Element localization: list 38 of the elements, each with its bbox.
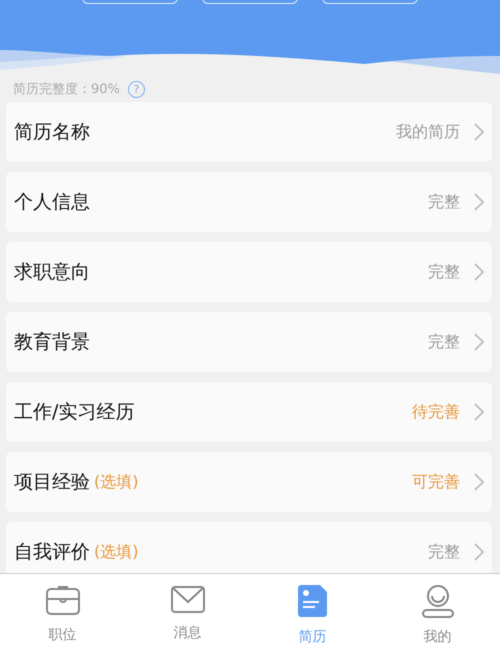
chevron-icon bbox=[474, 403, 484, 421]
chevron-icon bbox=[474, 123, 484, 141]
mail-icon bbox=[170, 584, 206, 614]
tab-button[interactable]: 我的 bbox=[375, 574, 500, 663]
section-row[interactable]: 个人信息 完整 bbox=[6, 172, 492, 232]
completeness-label: 简历完整度：90% bbox=[13, 81, 120, 98]
section-title: 简历名称 bbox=[14, 120, 90, 145]
section-status: 待完善 bbox=[412, 402, 460, 422]
briefcase-icon bbox=[44, 584, 80, 616]
section-status: 我的简历 bbox=[396, 122, 460, 142]
section-title: 求职意向 bbox=[14, 260, 90, 285]
person-icon bbox=[420, 584, 454, 618]
section-title: 教育背景 bbox=[14, 330, 90, 355]
section-title: 项目经验 bbox=[14, 470, 90, 495]
section-row[interactable]: 简历名称 我的简历 bbox=[6, 102, 492, 162]
section-row[interactable]: 自我评价 (选填) 完整 bbox=[6, 522, 492, 573]
section-row[interactable]: 教育背景 完整 bbox=[6, 312, 492, 372]
section-row[interactable]: 项目经验 (选填) 可完善 bbox=[6, 452, 492, 512]
section-status: 完整 bbox=[428, 332, 460, 352]
chevron-icon bbox=[474, 193, 484, 211]
tab-button[interactable]: 职位 bbox=[0, 574, 125, 663]
chevron-icon bbox=[474, 263, 484, 281]
section-title: 工作/实习经历 bbox=[14, 400, 134, 425]
section-title: 个人信息 bbox=[14, 190, 90, 215]
section-title: 自我评价 bbox=[14, 540, 90, 565]
section-status: 可完善 bbox=[412, 472, 460, 492]
section-row[interactable]: 求职意向 完整 bbox=[6, 242, 492, 302]
section-row[interactable]: 工作/实习经历 待完善 bbox=[6, 382, 492, 442]
optional-tag: (选填) bbox=[94, 472, 138, 492]
tab-button[interactable]: 消息 bbox=[125, 574, 250, 663]
section-status: 完整 bbox=[428, 542, 460, 562]
document-icon bbox=[298, 584, 328, 618]
chevron-icon bbox=[474, 543, 484, 561]
optional-tag: (选填) bbox=[94, 542, 138, 562]
section-status: 完整 bbox=[428, 192, 460, 212]
chevron-icon bbox=[474, 473, 484, 491]
section-status: 完整 bbox=[428, 262, 460, 282]
chevron-icon bbox=[474, 333, 484, 351]
